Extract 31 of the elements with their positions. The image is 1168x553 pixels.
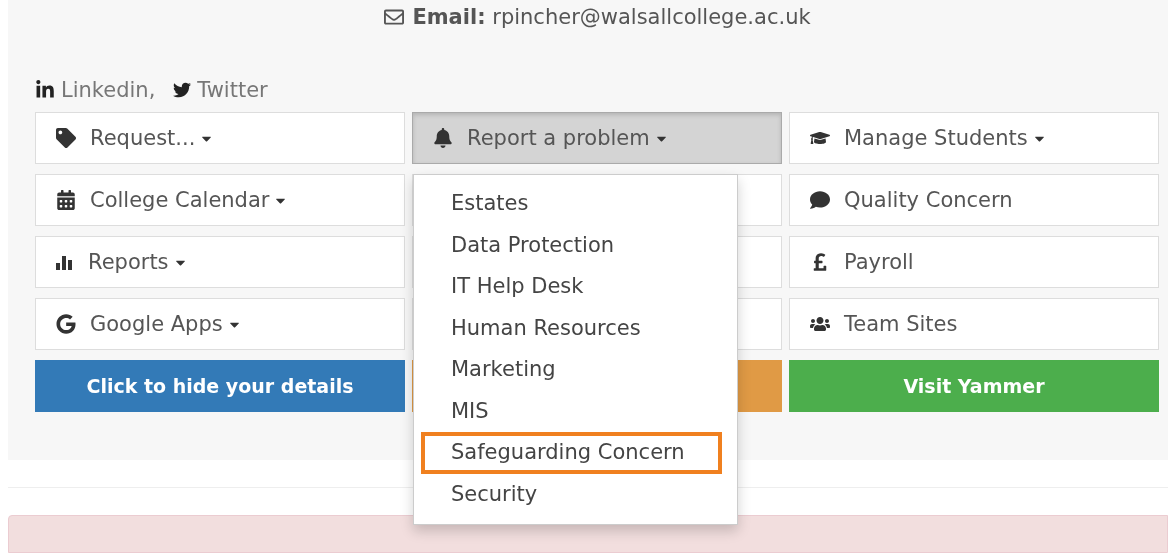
menu-item[interactable]: Safeguarding Concern	[421, 432, 722, 474]
speech-bubble-icon	[810, 190, 830, 210]
email-text: Email: rpincher@walsallcollege.ac.uk	[412, 5, 811, 29]
menu-button[interactable]: Quality Concern	[789, 174, 1159, 226]
menu-button[interactable]: Payroll	[789, 236, 1159, 288]
menu-button[interactable]: College Calendar	[35, 174, 405, 226]
menu-button[interactable]: Google Apps	[35, 298, 405, 350]
envelope-icon	[384, 7, 405, 27]
bell-icon	[433, 128, 453, 148]
menu-button[interactable]: Request...	[35, 112, 405, 164]
tag-icon	[56, 128, 76, 148]
menu-item[interactable]: Human Resources	[421, 307, 722, 349]
bar-chart-icon	[56, 254, 74, 270]
menu-item[interactable]: Estates	[421, 183, 722, 225]
menu-item[interactable]: Marketing	[421, 349, 722, 391]
social-link[interactable]: Twitter	[173, 78, 268, 102]
linkedin-icon	[35, 80, 55, 100]
menu-item[interactable]: Data Protection	[421, 224, 722, 266]
menu-button[interactable]: Report a problem	[412, 112, 782, 164]
menu-button[interactable]: Team Sites	[789, 298, 1159, 350]
bird-icon	[173, 81, 192, 99]
people-icon	[810, 314, 830, 334]
menu-button[interactable]: Manage Students	[789, 112, 1159, 164]
calendar-icon	[56, 190, 76, 210]
menu-item[interactable]: MIS	[421, 390, 722, 432]
g-letter-icon	[56, 314, 76, 334]
menu-item[interactable]: IT Help Desk	[421, 266, 722, 308]
menu-button[interactable]: Reports	[35, 236, 405, 288]
menu-item[interactable]: Security	[421, 473, 722, 515]
action-button[interactable]: Click to hide your details	[35, 360, 405, 412]
social-link[interactable]: Linkedin,	[35, 78, 156, 102]
